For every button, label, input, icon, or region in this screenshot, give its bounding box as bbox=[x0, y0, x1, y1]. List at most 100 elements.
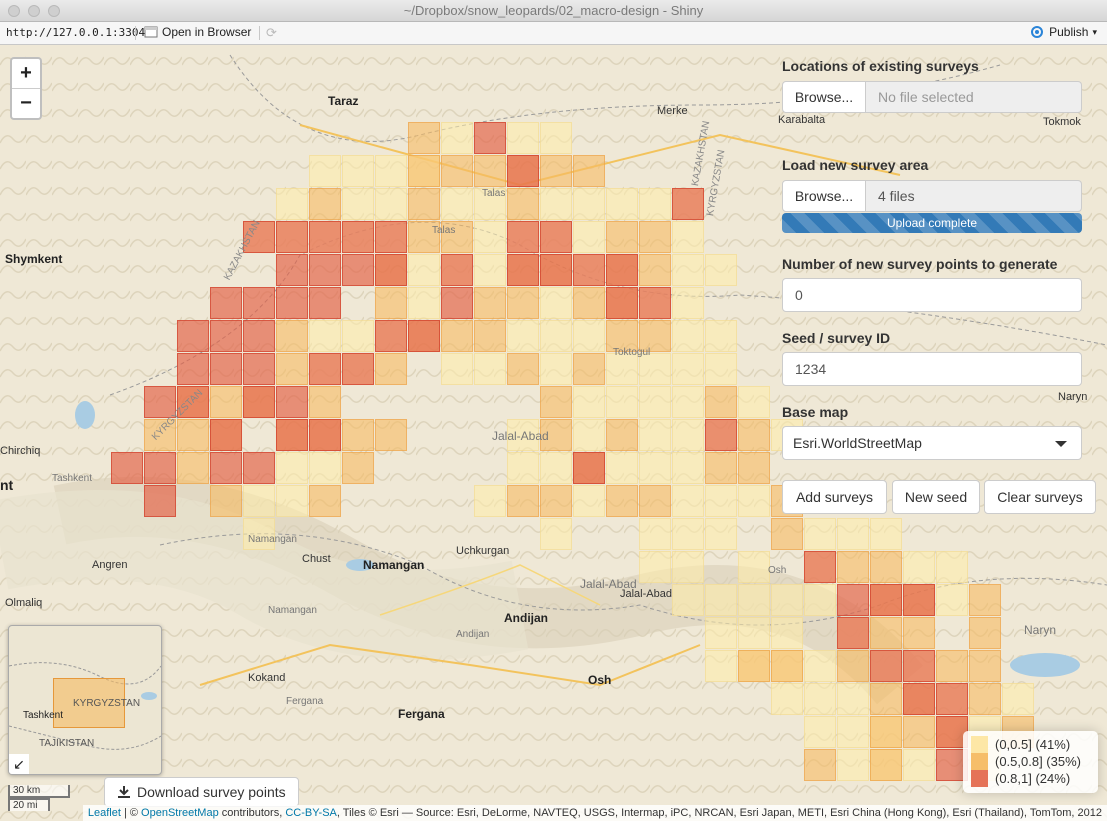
survey-cell[interactable] bbox=[639, 254, 671, 286]
survey-cell[interactable] bbox=[903, 650, 935, 682]
survey-cell[interactable] bbox=[969, 683, 1001, 715]
load-survey-area-filename[interactable]: 4 files bbox=[866, 180, 1082, 212]
survey-cell[interactable] bbox=[573, 419, 605, 451]
survey-cell[interactable] bbox=[573, 287, 605, 319]
survey-cell[interactable] bbox=[804, 683, 836, 715]
survey-cell[interactable] bbox=[474, 320, 506, 352]
survey-cell[interactable] bbox=[540, 320, 572, 352]
survey-cell[interactable] bbox=[243, 320, 275, 352]
survey-cell[interactable] bbox=[804, 650, 836, 682]
survey-cell[interactable] bbox=[177, 320, 209, 352]
survey-cell[interactable] bbox=[243, 386, 275, 418]
survey-cell[interactable] bbox=[375, 287, 407, 319]
survey-cell[interactable] bbox=[573, 485, 605, 517]
survey-cell[interactable] bbox=[507, 188, 539, 220]
survey-cell[interactable] bbox=[210, 353, 242, 385]
survey-cell[interactable] bbox=[705, 617, 737, 649]
survey-cell[interactable] bbox=[507, 320, 539, 352]
survey-cell[interactable] bbox=[870, 683, 902, 715]
survey-cell[interactable] bbox=[936, 584, 968, 616]
survey-cell[interactable] bbox=[309, 221, 341, 253]
survey-cell[interactable] bbox=[573, 254, 605, 286]
survey-cell[interactable] bbox=[474, 485, 506, 517]
npoints-input[interactable]: 0 bbox=[782, 278, 1082, 312]
survey-cell[interactable] bbox=[672, 287, 704, 319]
survey-cell[interactable] bbox=[540, 122, 572, 154]
survey-cell[interactable] bbox=[342, 353, 374, 385]
survey-cell[interactable] bbox=[276, 452, 308, 484]
survey-cell[interactable] bbox=[870, 584, 902, 616]
survey-cell[interactable] bbox=[672, 584, 704, 616]
survey-cell[interactable] bbox=[540, 485, 572, 517]
survey-cell[interactable] bbox=[210, 386, 242, 418]
survey-cell[interactable] bbox=[837, 617, 869, 649]
survey-cell[interactable] bbox=[705, 419, 737, 451]
zoom-out-button[interactable]: − bbox=[12, 89, 40, 118]
survey-cell[interactable] bbox=[738, 650, 770, 682]
survey-cell[interactable] bbox=[441, 122, 473, 154]
survey-cell[interactable] bbox=[474, 353, 506, 385]
survey-cell[interactable] bbox=[639, 419, 671, 451]
survey-cell[interactable] bbox=[804, 518, 836, 550]
minimap[interactable]: KYRGYZSTAN Tashkent TAJIKISTAN ↙ bbox=[8, 625, 162, 775]
existing-surveys-filename[interactable]: No file selected bbox=[866, 81, 1082, 113]
survey-cell[interactable] bbox=[771, 650, 803, 682]
clear-surveys-button[interactable]: Clear surveys bbox=[984, 480, 1096, 514]
survey-cell[interactable] bbox=[408, 122, 440, 154]
survey-cell[interactable] bbox=[342, 320, 374, 352]
survey-cell[interactable] bbox=[309, 188, 341, 220]
survey-cell[interactable] bbox=[573, 452, 605, 484]
survey-cell[interactable] bbox=[276, 386, 308, 418]
survey-cell[interactable] bbox=[342, 155, 374, 187]
survey-cell[interactable] bbox=[738, 551, 770, 583]
survey-cell[interactable] bbox=[177, 353, 209, 385]
survey-cell[interactable] bbox=[309, 419, 341, 451]
survey-cell[interactable] bbox=[573, 221, 605, 253]
survey-cell[interactable] bbox=[540, 353, 572, 385]
survey-cell[interactable] bbox=[804, 716, 836, 748]
survey-cell[interactable] bbox=[639, 188, 671, 220]
add-surveys-button[interactable]: Add surveys bbox=[782, 480, 887, 514]
survey-cell[interactable] bbox=[672, 452, 704, 484]
survey-cell[interactable] bbox=[309, 452, 341, 484]
zoom-in-button[interactable]: + bbox=[12, 59, 40, 89]
survey-cell[interactable] bbox=[375, 188, 407, 220]
survey-cell[interactable] bbox=[903, 749, 935, 781]
survey-cell[interactable] bbox=[837, 584, 869, 616]
survey-cell[interactable] bbox=[573, 353, 605, 385]
survey-cell[interactable] bbox=[771, 584, 803, 616]
survey-cell[interactable] bbox=[177, 419, 209, 451]
survey-cell[interactable] bbox=[540, 254, 572, 286]
survey-cell[interactable] bbox=[573, 155, 605, 187]
load-survey-area-browse-button[interactable]: Browse... bbox=[782, 180, 866, 212]
survey-cell[interactable] bbox=[441, 287, 473, 319]
survey-cell[interactable] bbox=[309, 155, 341, 187]
survey-cell[interactable] bbox=[309, 353, 341, 385]
survey-cell[interactable] bbox=[705, 320, 737, 352]
survey-cell[interactable] bbox=[342, 452, 374, 484]
survey-cell[interactable] bbox=[606, 254, 638, 286]
ccbysa-link[interactable]: CC-BY-SA bbox=[285, 807, 337, 819]
survey-cell[interactable] bbox=[342, 188, 374, 220]
survey-cell[interactable] bbox=[804, 749, 836, 781]
survey-cell[interactable] bbox=[474, 254, 506, 286]
survey-cell[interactable] bbox=[441, 254, 473, 286]
survey-cell[interactable] bbox=[1002, 683, 1034, 715]
survey-cell[interactable] bbox=[474, 287, 506, 319]
survey-cell[interactable] bbox=[936, 650, 968, 682]
survey-cell[interactable] bbox=[276, 419, 308, 451]
survey-cell[interactable] bbox=[672, 320, 704, 352]
survey-cell[interactable] bbox=[342, 419, 374, 451]
survey-cell[interactable] bbox=[276, 188, 308, 220]
survey-cell[interactable] bbox=[408, 287, 440, 319]
survey-cell[interactable] bbox=[606, 419, 638, 451]
survey-cell[interactable] bbox=[111, 452, 143, 484]
survey-cell[interactable] bbox=[639, 518, 671, 550]
survey-cell[interactable] bbox=[408, 254, 440, 286]
survey-cell[interactable] bbox=[144, 452, 176, 484]
survey-cell[interactable] bbox=[837, 716, 869, 748]
survey-cell[interactable] bbox=[507, 452, 539, 484]
new-seed-button[interactable]: New seed bbox=[892, 480, 980, 514]
leaflet-link[interactable]: Leaflet bbox=[88, 807, 121, 819]
survey-cell[interactable] bbox=[738, 386, 770, 418]
